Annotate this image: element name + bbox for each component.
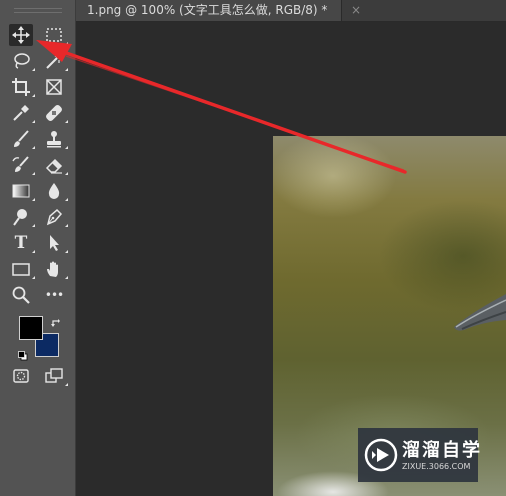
tool-group-indicator	[65, 42, 68, 45]
clone-stamp-tool[interactable]	[42, 128, 68, 150]
path-selection-tool[interactable]	[42, 232, 68, 254]
close-tab-icon[interactable]: ×	[351, 0, 361, 21]
brush-icon	[14, 130, 29, 147]
quick-mask-icon	[13, 369, 29, 383]
lasso-icon	[14, 53, 30, 69]
move-tool[interactable]	[9, 24, 33, 46]
eraser-tool[interactable]	[42, 154, 68, 176]
tool-group-indicator	[32, 224, 35, 227]
blur-tool[interactable]	[42, 180, 68, 202]
lasso-tool[interactable]	[9, 50, 35, 72]
tool-group-indicator	[65, 250, 68, 253]
tool-group-indicator	[32, 68, 35, 71]
magic-wand-tool[interactable]	[42, 50, 68, 72]
hand-tool[interactable]	[42, 258, 68, 280]
rectangle-shape-icon	[12, 263, 30, 276]
frame-tool[interactable]	[42, 76, 66, 98]
dodge-icon	[13, 209, 27, 226]
crop-tool[interactable]	[9, 76, 35, 98]
crop-icon	[12, 78, 30, 96]
watermark-badge: 溜溜自学 ZIXUE.3066.COM	[358, 428, 480, 482]
type-tool[interactable]: T	[9, 232, 35, 254]
screen-mode-button[interactable]	[42, 365, 68, 387]
document-tab[interactable]: 1.png @ 100% (文字工具怎么做, RGB/8) *	[76, 0, 342, 21]
healing-brush-tool[interactable]	[42, 102, 68, 124]
tool-group-indicator	[32, 146, 35, 149]
move-icon	[12, 26, 30, 44]
document-tab-title: 1.png @ 100% (文字工具怎么做, RGB/8) *	[87, 3, 328, 17]
healing-brush-icon	[46, 105, 62, 121]
blur-icon	[48, 183, 60, 199]
pen-tool[interactable]	[42, 206, 68, 228]
watermark-title: 溜溜自学	[402, 440, 482, 461]
tool-group-indicator	[65, 224, 68, 227]
tool-group-indicator	[65, 198, 68, 201]
watermark-url: ZIXUE.3066.COM	[402, 462, 471, 471]
tool-group-indicator	[32, 94, 35, 97]
tool-group-indicator	[32, 120, 35, 123]
eraser-icon	[45, 158, 63, 174]
more-tools[interactable]: •••	[42, 284, 66, 306]
watermark-logo-icon	[364, 438, 398, 472]
history-brush-tool[interactable]	[9, 154, 35, 176]
tool-group-indicator	[32, 250, 35, 253]
zoom-icon	[12, 286, 30, 304]
rectangular-marquee-icon	[46, 28, 62, 42]
tool-group-indicator	[65, 68, 68, 71]
frame-icon	[46, 79, 62, 95]
panel-grip[interactable]	[14, 8, 62, 13]
tool-group-indicator	[65, 383, 68, 386]
marquee-tool[interactable]	[42, 24, 68, 46]
magic-wand-icon	[46, 53, 64, 69]
tool-group-indicator	[32, 198, 35, 201]
tools-panel: T •••	[0, 0, 76, 496]
tool-group-indicator	[65, 172, 68, 175]
type-icon: T	[14, 233, 28, 253]
tool-group-indicator	[32, 172, 35, 175]
brush-tool[interactable]	[9, 128, 35, 150]
tool-group-indicator	[65, 276, 68, 279]
dodge-tool[interactable]	[9, 206, 35, 228]
swap-colors-icon[interactable]	[51, 313, 61, 327]
pen-icon	[46, 208, 63, 226]
rectangle-tool[interactable]	[9, 258, 35, 280]
quick-mask-button[interactable]	[9, 365, 33, 387]
gradient-icon	[12, 184, 30, 198]
eyedropper-icon	[13, 105, 29, 121]
screen-mode-icon	[45, 368, 63, 383]
eyedropper-tool[interactable]	[9, 102, 35, 124]
hand-icon	[47, 261, 58, 277]
bird-beak-graphic	[454, 294, 506, 331]
foreground-color-swatch[interactable]	[19, 316, 43, 340]
clone-stamp-icon	[47, 131, 61, 148]
document-tab-bar: 1.png @ 100% (文字工具怎么做, RGB/8) * ×	[76, 0, 506, 22]
history-brush-icon	[12, 156, 29, 172]
zoom-tool[interactable]	[9, 284, 33, 306]
tool-group-indicator	[32, 276, 35, 279]
more-tools-icon: •••	[44, 288, 64, 302]
tool-group-indicator	[65, 120, 68, 123]
default-colors-icon[interactable]	[18, 346, 28, 361]
gradient-tool[interactable]	[9, 180, 35, 202]
tool-group-indicator	[65, 146, 68, 149]
path-selection-icon	[50, 235, 59, 251]
